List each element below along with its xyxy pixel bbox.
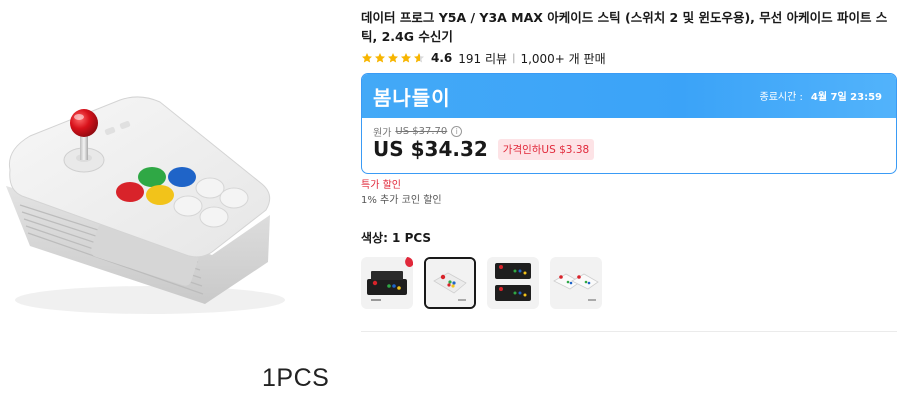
section-divider [361,331,897,332]
star-icon [362,53,372,63]
separator: | [512,52,516,64]
special-discount-label: 특가 할인 [361,180,401,191]
variant-thumbnails [361,257,602,309]
discount-badge: 가격인하US $3.38 [497,138,595,160]
star-half-icon [414,53,424,63]
promo-name: 봄나들이 [373,86,451,110]
arcade-stick-illustration [6,96,285,314]
price-row: US $34.32 가격인하US $3.38 [373,137,595,161]
current-price: US $34.32 [373,137,488,161]
image-caption: 1PCS [262,364,330,392]
promo-end-value: 4월 7일 23:59 [810,92,882,103]
star-icon [401,53,411,63]
hot-flame-icon [405,257,413,267]
sold-count: 1,000+ 개 판매 [520,51,606,66]
white-2pcs-thumbnail [553,273,599,301]
black-2pcs-thumbnail [495,263,531,301]
product-main-image[interactable]: 1PCS [0,0,345,406]
variant-option-black[interactable] [361,257,413,309]
coin-discount-label: 1% 추가 코인 할인 [361,195,442,206]
variant-label: 색상: 1 PCS [361,231,432,245]
rating-stars [361,52,425,64]
white-stick-thumbnail [426,259,474,307]
rating-row[interactable]: 4.6 191 리뷰 | 1,000+ 개 판매 [361,49,606,67]
promo-end-time: 종료시간 : 4월 7일 23:59 [760,88,882,103]
rating-score: 4.6 [431,51,453,65]
review-count-link[interactable]: 191 리뷰 [458,50,507,67]
original-price: US $37.70 [395,126,448,137]
star-icon [375,53,385,63]
info-icon[interactable]: i [451,126,463,137]
promo-end-label: 종료시간 : [759,92,803,103]
promo-price-box: 봄나들이 종료시간 :4월 7일 23:59 원가 US $37.70 i US… [361,73,897,174]
variant-option-white-selected[interactable] [424,257,476,309]
variant-option-black-2pcs[interactable] [487,257,539,309]
star-icon [388,53,398,63]
product-title: 데이터 프로그 Y5A / Y3A MAX 아케이드 스틱 (스위치 2 및 윈… [361,10,888,44]
variant-option-white-2pcs[interactable] [550,257,602,309]
promo-banner: 봄나들이 종료시간 : 4월 7일 23:59 [362,74,896,118]
